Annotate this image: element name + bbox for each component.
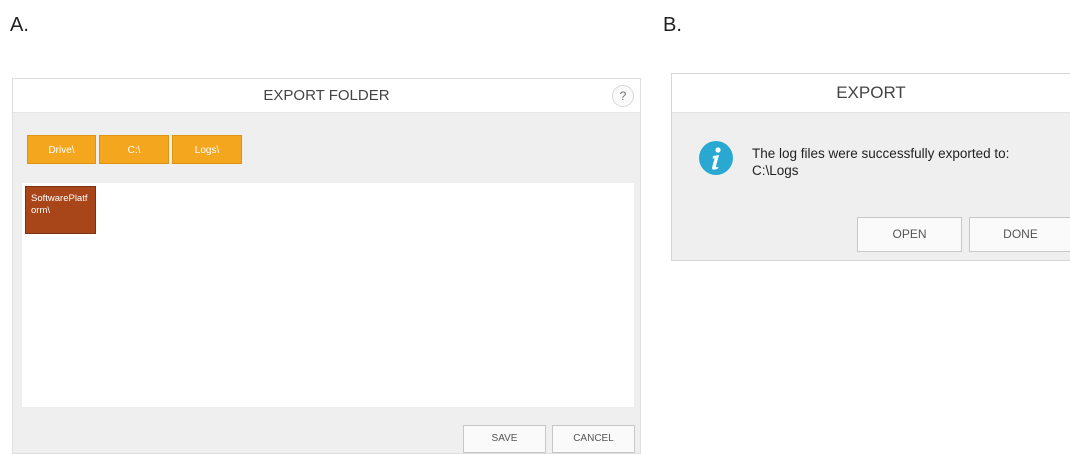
open-button[interactable]: OPEN [857, 217, 962, 252]
breadcrumb-drive[interactable]: Drive\ [27, 135, 96, 164]
folder-list: SoftwarePlatform\ [22, 183, 634, 407]
folder-item[interactable]: SoftwarePlatform\ [25, 186, 96, 234]
info-icon [699, 141, 733, 175]
dialog-title: EXPORT [672, 74, 1070, 113]
done-button[interactable]: DONE [969, 217, 1070, 252]
help-button[interactable]: ? [612, 85, 634, 107]
dialog-title: EXPORT FOLDER [13, 79, 640, 113]
panel-label-a: A. [10, 14, 29, 36]
export-folder-dialog: EXPORT FOLDER ? Drive\ C:\ Logs\ Softwar… [12, 78, 641, 454]
message-line-2: C:\Logs [752, 163, 799, 178]
breadcrumb: Drive\ C:\ Logs\ [27, 135, 242, 164]
cancel-button[interactable]: CANCEL [552, 425, 635, 453]
message-line-1: The log files were successfully exported… [752, 146, 1010, 161]
message-text: The log files were successfully exported… [752, 145, 1062, 179]
save-button[interactable]: SAVE [463, 425, 546, 453]
breadcrumb-c[interactable]: C:\ [99, 135, 169, 164]
panel-label-b: B. [663, 14, 682, 36]
breadcrumb-logs[interactable]: Logs\ [172, 135, 242, 164]
export-complete-dialog: EXPORT The log files were successfully e… [671, 73, 1070, 261]
